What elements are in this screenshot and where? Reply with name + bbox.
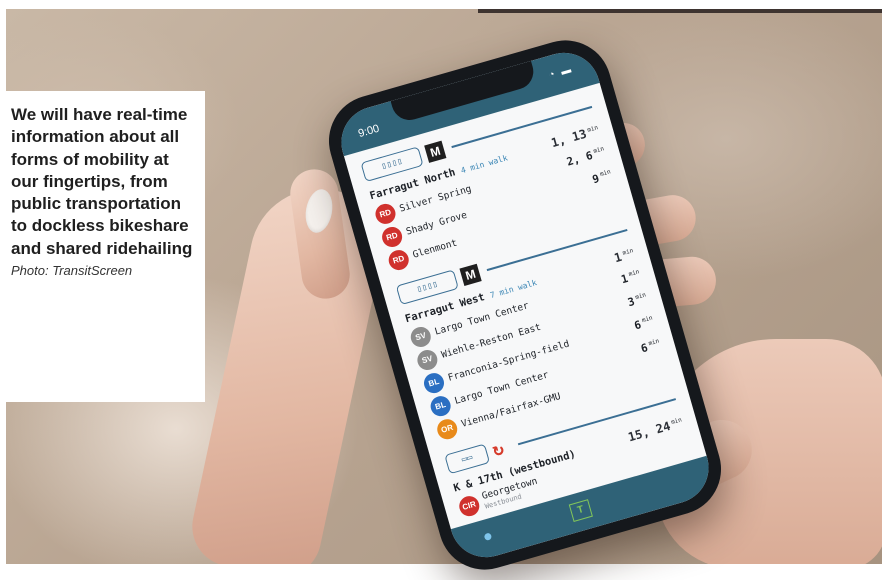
line-badge: OR bbox=[434, 416, 460, 442]
line-badge: RD bbox=[386, 247, 412, 273]
line-badge: RD bbox=[379, 224, 405, 250]
arrival-minutes: 6min bbox=[639, 337, 661, 355]
destination: Glenmont bbox=[411, 237, 459, 261]
circulator-refresh-icon: ↻ bbox=[490, 437, 507, 462]
tab-home-dot-icon[interactable] bbox=[483, 532, 493, 542]
metro-logo-icon: M bbox=[459, 263, 482, 286]
wifi-battery-icon: ◔ ▬ bbox=[547, 63, 575, 82]
tab-transit-icon[interactable]: T bbox=[568, 499, 593, 522]
line-badge: SV bbox=[408, 324, 434, 350]
arrival-minutes: 1min bbox=[619, 268, 641, 286]
caption-text: We will have real-time information about… bbox=[11, 105, 193, 258]
arrival-minutes: 3min bbox=[626, 291, 647, 309]
line-badge: BL bbox=[421, 370, 447, 396]
metro-logo-icon: M bbox=[424, 140, 447, 163]
photo-credit: Photo: TransitScreen bbox=[11, 263, 133, 279]
bus-icon: ▭▭ bbox=[444, 443, 491, 475]
line-badge: SV bbox=[415, 347, 440, 373]
photo-top-edge bbox=[478, 9, 882, 13]
line-badge: CIR bbox=[456, 493, 482, 519]
status-time: 9:00 bbox=[356, 122, 381, 141]
arrival-minutes: 6min bbox=[632, 314, 654, 332]
line-badge: RD bbox=[373, 201, 398, 227]
photo-caption: We will have real-time information about… bbox=[6, 91, 205, 402]
line-badge: BL bbox=[428, 393, 453, 419]
arrival-minutes: 9min bbox=[590, 168, 612, 186]
arrival-times: 1min bbox=[612, 247, 635, 266]
